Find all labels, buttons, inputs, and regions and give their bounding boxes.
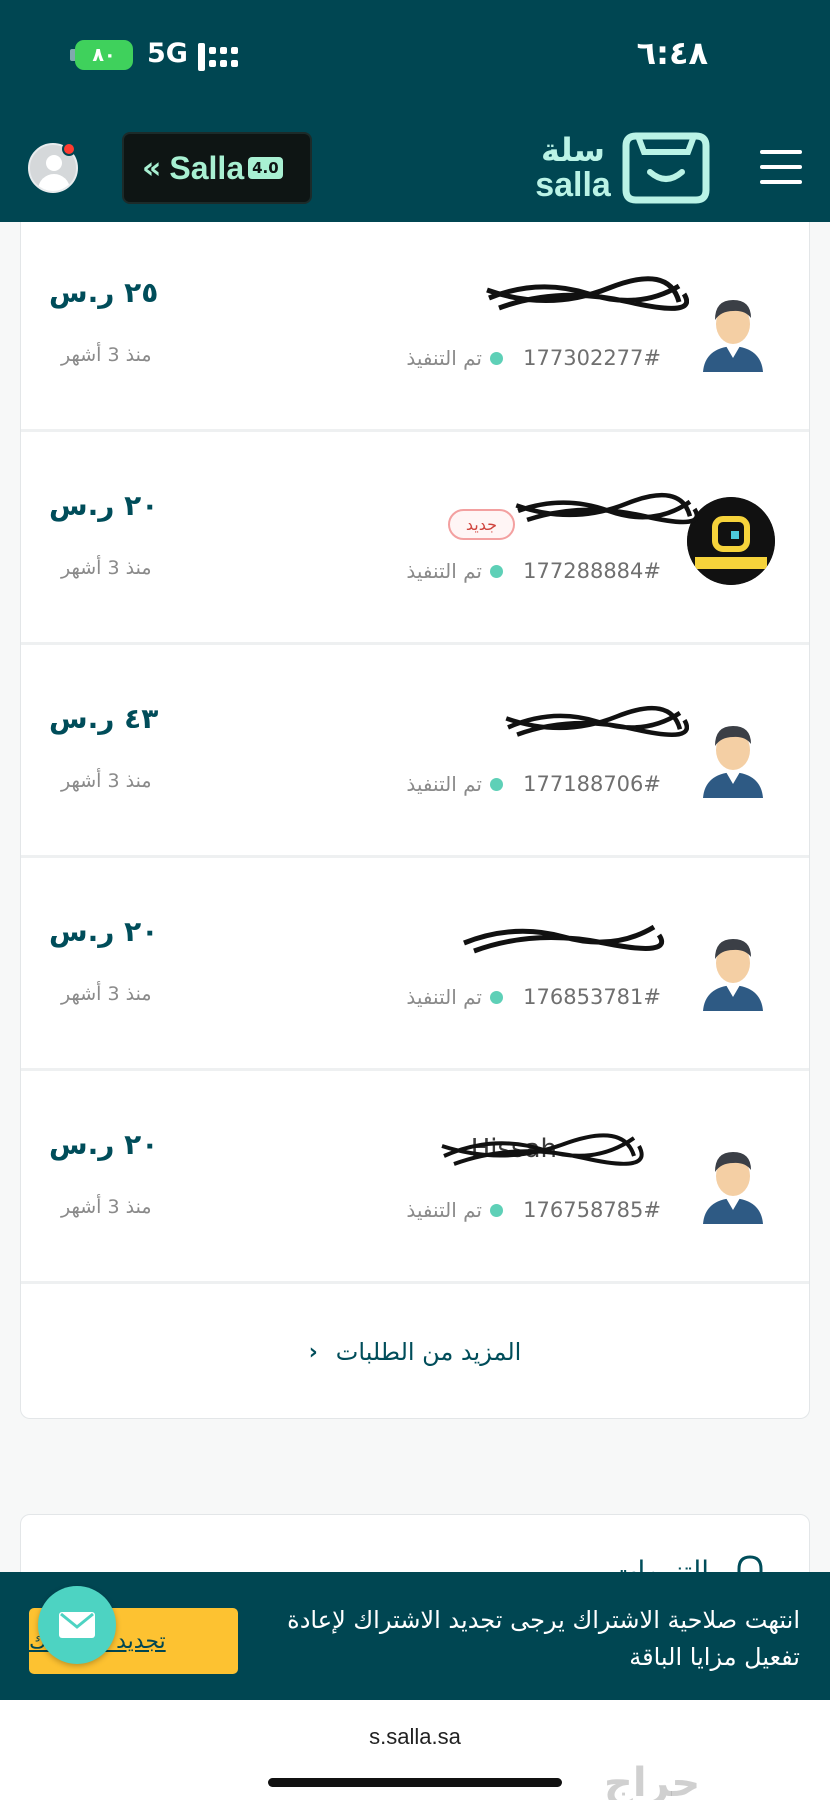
order-time: منذ 3 أشهر bbox=[61, 557, 152, 579]
status-dot bbox=[490, 990, 503, 1004]
redaction-scribble bbox=[515, 492, 699, 525]
order-status: تم التنفيذ bbox=[406, 985, 503, 1009]
status-label: تم التنفيذ bbox=[406, 772, 482, 796]
url-label[interactable]: s.salla.sa bbox=[0, 1724, 830, 1750]
browser-address-bar: s.salla.sa حراج bbox=[0, 1700, 830, 1800]
order-time: منذ 3 أشهر bbox=[61, 983, 152, 1005]
order-price: ٢٠ ر.س bbox=[49, 1128, 159, 1161]
order-number: 176853781# bbox=[523, 985, 661, 1009]
double-chevron-icon: « bbox=[142, 150, 162, 186]
order-status: تم التنفيذ bbox=[406, 346, 503, 370]
order-row[interactable]: 177188706# تم التنفيذ ٤٣ ر.س منذ 3 أشهر bbox=[21, 648, 809, 858]
order-row[interactable]: جديد 177288884# تم التنفيذ ٢٠ ر.س منذ 3 … bbox=[21, 435, 809, 645]
order-price: ٢٠ ر.س bbox=[49, 915, 159, 948]
redaction-scribble bbox=[441, 1133, 644, 1166]
network-label: 5G bbox=[147, 38, 188, 69]
salla-version-button[interactable]: « Salla 4.0 bbox=[122, 132, 312, 204]
customer-avatar-icon bbox=[703, 939, 763, 1011]
order-time: منذ 3 أشهر bbox=[61, 770, 152, 792]
menu-icon[interactable] bbox=[760, 150, 802, 184]
order-price: ٢٠ ر.س bbox=[49, 489, 159, 522]
status-dot bbox=[490, 351, 503, 365]
mail-icon[interactable] bbox=[38, 1586, 116, 1664]
redaction-scribble bbox=[505, 705, 689, 737]
new-badge: جديد bbox=[447, 509, 515, 540]
status-label: تم التنفيذ bbox=[406, 1198, 482, 1222]
orders-card: 177302277# تم التنفيذ ٢٥ ر.س منذ 3 أشهر … bbox=[20, 222, 810, 1419]
brand-badge-label: Salla bbox=[169, 149, 245, 186]
order-price: ٤٣ ر.س bbox=[49, 702, 159, 735]
watermark: حراج bbox=[604, 1760, 701, 1800]
battery-indicator: ٨٠ bbox=[75, 40, 133, 70]
logo-arabic: سلة bbox=[541, 131, 605, 169]
order-status: تم التنفيذ bbox=[406, 1198, 503, 1222]
status-dot bbox=[490, 564, 503, 578]
more-orders-link[interactable]: المزيد من الطلبات ‹ bbox=[21, 1292, 809, 1412]
status-label: تم التنفيذ bbox=[406, 985, 482, 1009]
status-dot bbox=[490, 777, 503, 791]
redaction-scribble bbox=[463, 924, 665, 954]
clock: ٦:٤٨ bbox=[636, 34, 708, 72]
salla-logo-text: سلة salla bbox=[532, 134, 614, 202]
subscription-banner: تجديد الاشتراك انتهت صلاحية الاشتراك يرج… bbox=[0, 1572, 830, 1700]
redaction-scribble bbox=[486, 276, 689, 311]
order-number: 177288884# bbox=[523, 559, 661, 583]
chevron-left-icon: ‹ bbox=[308, 1339, 318, 1365]
order-status: تم التنفيذ bbox=[406, 772, 503, 796]
customer-avatar-icon bbox=[703, 300, 763, 372]
order-status: تم التنفيذ bbox=[406, 559, 503, 583]
order-time: منذ 3 أشهر bbox=[61, 1196, 152, 1218]
salla-logo-icon[interactable] bbox=[622, 132, 710, 204]
order-number: 177302277# bbox=[523, 346, 661, 370]
customer-avatar-icon bbox=[703, 726, 763, 798]
status-dot bbox=[490, 1203, 503, 1217]
status-label: تم التنفيذ bbox=[406, 559, 482, 583]
customer-avatar-icon bbox=[703, 1152, 763, 1224]
logo-english: salla bbox=[535, 166, 611, 204]
home-indicator[interactable] bbox=[268, 1778, 562, 1787]
order-row[interactable]: 176853781# تم التنفيذ ٢٠ ر.س منذ 3 أشهر bbox=[21, 861, 809, 1071]
subscription-message: انتهت صلاحية الاشتراك يرجى تجديد الاشترا… bbox=[287, 1606, 800, 1671]
order-price: ٢٥ ر.س bbox=[49, 276, 159, 309]
store-logo-icon bbox=[687, 497, 775, 585]
more-orders-label: المزيد من الطلبات bbox=[335, 1338, 522, 1366]
brand-version-label: 4.0 bbox=[248, 157, 283, 179]
order-number: 177188706# bbox=[523, 772, 661, 796]
app-header: ٨٠ 5G ٦:٤٨ « Salla 4.0 سلة salla bbox=[0, 0, 830, 222]
order-row[interactable]: Hissah 176758785# تم التنفيذ ٢٠ ر.س منذ … bbox=[21, 1074, 809, 1284]
signal-icon bbox=[198, 43, 242, 71]
order-time: منذ 3 أشهر bbox=[61, 344, 152, 366]
notification-dot bbox=[62, 142, 76, 156]
status-label: تم التنفيذ bbox=[406, 346, 482, 370]
order-row[interactable]: 177302277# تم التنفيذ ٢٥ ر.س منذ 3 أشهر bbox=[21, 222, 809, 432]
order-number: 176758785# bbox=[523, 1198, 661, 1222]
